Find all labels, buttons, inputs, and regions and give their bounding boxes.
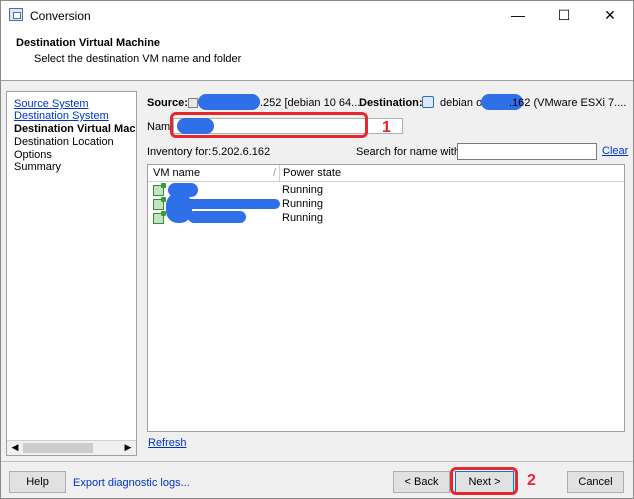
column-header-power-state[interactable]: Power state: [283, 167, 341, 179]
cancel-button[interactable]: Cancel: [567, 471, 624, 493]
vm-running-icon: [153, 197, 166, 210]
destination-label: Destination:: [359, 97, 423, 109]
source-machine-icon: [188, 98, 198, 108]
nav-step-options: Options: [14, 149, 52, 161]
column-header-vm-name[interactable]: VM name: [153, 167, 200, 179]
footer-divider: [1, 461, 633, 462]
back-button[interactable]: < Back: [393, 471, 450, 493]
inventory-value: 5.202.6.162: [212, 146, 271, 158]
table-header: VM name / Power state: [148, 165, 624, 182]
title-bar: Conversion — ☐ ✕: [1, 1, 633, 29]
column-resize-icon: /: [273, 167, 277, 179]
page-subtitle: Select the destination VM name and folde…: [34, 53, 242, 65]
inventory-label: Inventory for:: [147, 146, 212, 158]
nav-step-source-system[interactable]: Source System: [14, 98, 89, 110]
column-divider[interactable]: [279, 165, 280, 182]
window-title: Conversion: [30, 9, 91, 23]
vm-inventory-table: VM name / Power state Running Running Ru…: [147, 164, 625, 432]
power-state-cell: Running: [282, 212, 323, 224]
annotation-marker-1: 1: [382, 119, 391, 136]
redacted-vm-names: [176, 199, 280, 209]
nav-horizontal-scrollbar[interactable]: ◀ ▶: [7, 440, 136, 455]
page-title: Destination Virtual Machine: [16, 37, 161, 49]
nav-step-summary: Summary: [14, 161, 62, 173]
clear-search-link[interactable]: Clear: [602, 145, 628, 157]
cancel-button-label: Cancel: [578, 476, 613, 488]
scroll-left-icon[interactable]: ◀: [8, 442, 22, 454]
refresh-link[interactable]: Refresh: [148, 437, 187, 449]
vm-running-icon: [153, 183, 166, 196]
wizard-steps-nav: Source System Destination System Destina…: [6, 91, 137, 456]
nav-step-destination-location: Destination Location: [14, 136, 114, 148]
nav-step-destination-vm: Destination Virtual Machine: [14, 123, 136, 135]
scroll-thumb[interactable]: [23, 443, 93, 453]
source-value: .252 [debian 10 64...: [260, 97, 361, 109]
back-button-label: < Back: [404, 476, 439, 488]
annotation-marker-2: 2: [527, 472, 536, 489]
help-button-label: Help: [26, 476, 49, 488]
annotation-box-name-field: [170, 112, 368, 138]
close-button[interactable]: ✕: [587, 1, 633, 29]
annotation-box-next-button: [450, 467, 518, 495]
search-input[interactable]: [457, 143, 597, 160]
vm-running-icon: [153, 211, 166, 224]
search-label: Search for name with:: [356, 146, 463, 158]
scroll-right-icon[interactable]: ▶: [121, 442, 135, 454]
nav-step-destination-system[interactable]: Destination System: [14, 110, 109, 122]
conversion-window: Conversion — ☐ ✕ Destination Virtual Mac…: [0, 0, 634, 499]
power-state-cell: Running: [282, 184, 323, 196]
wizard-header: Destination Virtual Machine Select the d…: [1, 29, 633, 81]
minimize-button[interactable]: —: [495, 1, 541, 29]
destination-vm-icon: [422, 96, 434, 108]
redacted-vm-names: [188, 211, 246, 223]
table-row[interactable]: Running: [148, 183, 624, 198]
converter-app-icon: [9, 8, 23, 21]
destination-value-suffix: .162 (VMware ESXi 7....: [509, 97, 627, 109]
maximize-button[interactable]: ☐: [541, 1, 587, 29]
redacted-source-ip: [198, 94, 260, 110]
power-state-cell: Running: [282, 198, 323, 210]
help-button[interactable]: Help: [9, 471, 66, 493]
source-label: Source:: [147, 97, 188, 109]
export-diagnostic-logs-link[interactable]: Export diagnostic logs...: [73, 477, 190, 489]
